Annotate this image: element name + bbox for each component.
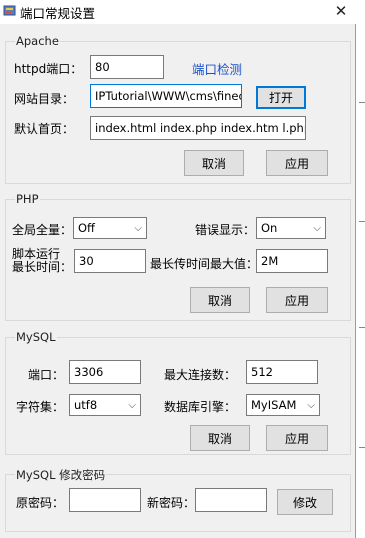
new-password-input[interactable] bbox=[195, 488, 267, 512]
close-icon: ✕ bbox=[334, 2, 348, 20]
exec-time-label: 脚本运行 最长时间： bbox=[12, 248, 72, 274]
app-icon bbox=[3, 5, 16, 16]
apache-group: Apache httpd端口： 80 端口检测 网站目录： IPTutorial… bbox=[5, 34, 351, 184]
chevron-down-icon: ⌵ bbox=[313, 222, 321, 234]
httpd-port-input[interactable]: 80 bbox=[90, 55, 164, 79]
window-title: 端口常规设置 bbox=[20, 6, 96, 21]
php-cancel-button[interactable]: 取消 bbox=[190, 287, 250, 313]
password-legend: MySQL 修改密码 bbox=[15, 467, 107, 483]
old-password-label: 原密码： bbox=[16, 496, 65, 510]
apache-cancel-button[interactable]: 取消 bbox=[184, 150, 244, 176]
php-apply-button[interactable]: 应用 bbox=[266, 287, 328, 313]
mysql-password-group: MySQL 修改密码 原密码： 新密码： 修改 bbox=[5, 467, 351, 532]
upload-max-input[interactable]: 2M bbox=[256, 249, 328, 273]
change-password-button[interactable]: 修改 bbox=[277, 489, 333, 515]
apache-legend: Apache bbox=[15, 34, 60, 48]
divider bbox=[359, 102, 365, 103]
apache-apply-button[interactable]: 应用 bbox=[266, 150, 328, 176]
title-bar: 端口常规设置 ✕ bbox=[0, 0, 356, 24]
httpd-port-label: httpd端口： bbox=[14, 62, 83, 76]
default-index-input[interactable]: index.html index.php index.htm l.php bbox=[90, 116, 306, 140]
charset-value: utf8 bbox=[74, 398, 98, 412]
background-strip bbox=[356, 0, 365, 538]
exec-time-label-line2: 最长时间： bbox=[12, 260, 73, 274]
chevron-down-icon: ⌵ bbox=[134, 222, 142, 234]
port-check-link[interactable]: 端口检测 bbox=[192, 59, 242, 78]
max-connections-label: 最大连接数： bbox=[164, 368, 237, 382]
charset-label: 字符集： bbox=[16, 400, 65, 414]
mysql-port-label: 端口： bbox=[28, 368, 65, 382]
db-engine-select[interactable]: MyISAM ⌵ bbox=[246, 394, 320, 416]
close-button[interactable]: ✕ bbox=[326, 0, 356, 22]
divider bbox=[359, 221, 365, 222]
upload-max-label: 最长传时间最大值： bbox=[150, 257, 259, 271]
error-display-label: 错误显示： bbox=[195, 223, 256, 237]
new-password-label: 新密码： bbox=[147, 496, 196, 510]
error-display-value: On bbox=[261, 221, 278, 235]
php-legend: PHP bbox=[15, 192, 40, 206]
mysql-group: MySQL 端口： 3306 最大连接数： 512 字符集： utf8 ⌵ 数据… bbox=[5, 330, 351, 455]
mysql-port-input[interactable]: 3306 bbox=[69, 360, 141, 384]
error-display-select[interactable]: On ⌵ bbox=[256, 217, 326, 239]
old-password-input[interactable] bbox=[69, 488, 141, 512]
divider bbox=[359, 327, 365, 328]
php-group: PHP 全局全量： Off ⌵ 错误显示： On ⌵ 脚本运行 最长时间： 30… bbox=[5, 192, 351, 321]
db-engine-value: MyISAM bbox=[251, 398, 297, 412]
chevron-down-icon: ⌵ bbox=[128, 399, 136, 411]
mysql-legend: MySQL bbox=[15, 330, 57, 344]
webroot-input[interactable]: IPTutorial\WWW\cms\finecms bbox=[90, 84, 242, 108]
default-index-label: 默认首页： bbox=[14, 122, 75, 136]
open-folder-button[interactable]: 打开 bbox=[256, 86, 306, 109]
mysql-cancel-button[interactable]: 取消 bbox=[190, 425, 250, 451]
settings-window: 端口常规设置 ✕ Apache httpd端口： 80 端口检测 网站目录： I… bbox=[0, 0, 356, 538]
globals-value: Off bbox=[78, 221, 95, 235]
exec-time-input[interactable]: 30 bbox=[74, 249, 146, 273]
max-connections-input[interactable]: 512 bbox=[246, 360, 318, 384]
charset-select[interactable]: utf8 ⌵ bbox=[69, 394, 141, 416]
globals-label: 全局全量： bbox=[12, 223, 73, 237]
divider bbox=[359, 447, 365, 448]
chevron-down-icon: ⌵ bbox=[307, 399, 315, 411]
db-engine-label: 数据库引擎： bbox=[164, 400, 237, 414]
mysql-apply-button[interactable]: 应用 bbox=[266, 425, 328, 451]
webroot-label: 网站目录： bbox=[14, 92, 75, 106]
globals-select[interactable]: Off ⌵ bbox=[73, 217, 147, 239]
